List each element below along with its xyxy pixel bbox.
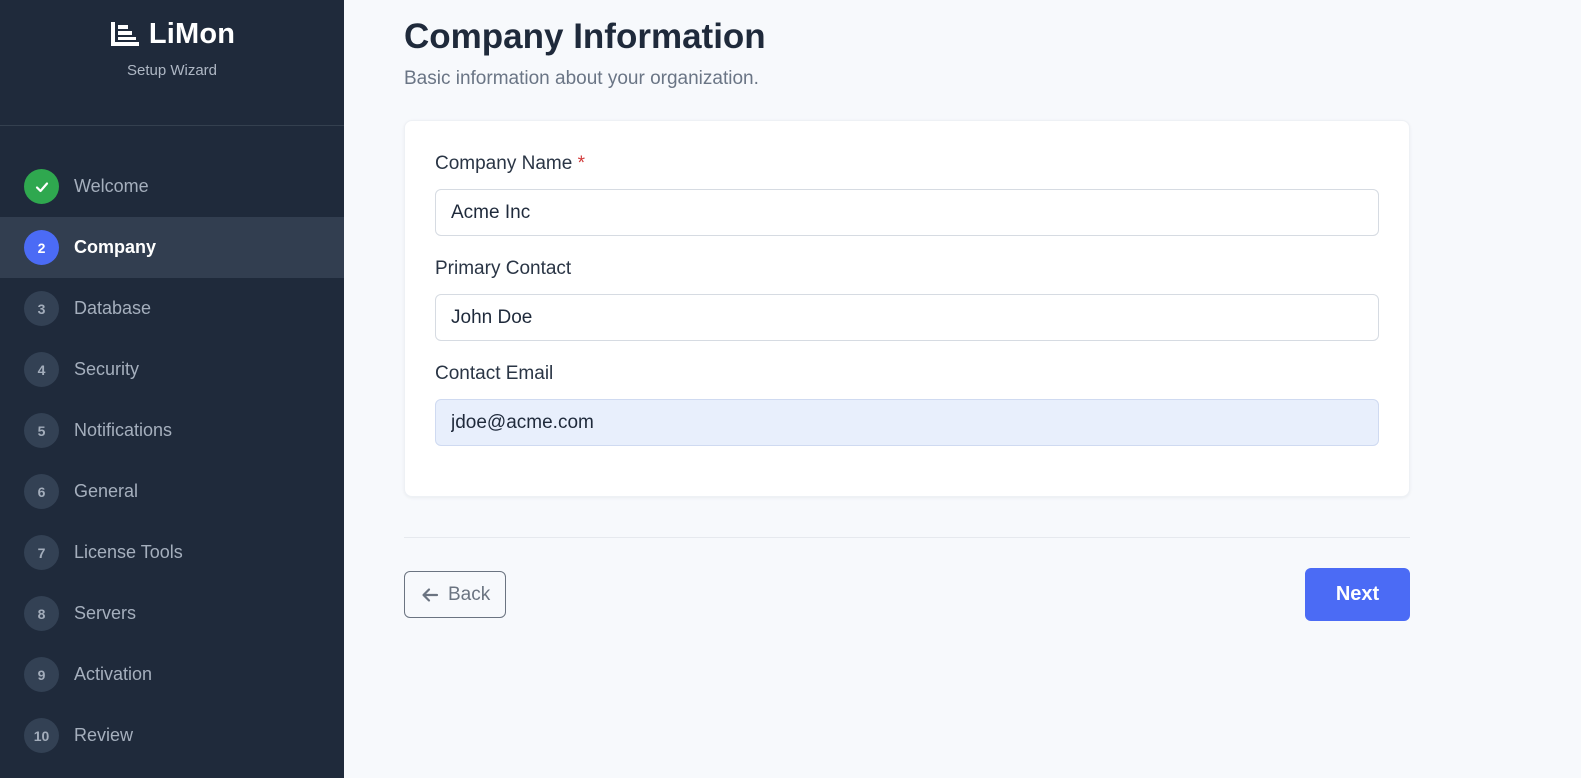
contact-email-input[interactable] (435, 399, 1379, 446)
arrow-left-icon (422, 587, 439, 602)
bar-chart-icon (110, 22, 139, 46)
step-label: Notifications (74, 420, 173, 440)
company-name-field: Company Name * (435, 153, 1379, 236)
step-done-badge (24, 169, 59, 204)
step-general[interactable]: 6 General (0, 461, 344, 522)
step-servers[interactable]: 8 Servers (0, 583, 344, 644)
step-license-tools[interactable]: 7 License Tools (0, 522, 344, 583)
brand-name: LiMon (148, 17, 236, 50)
step-label: General (74, 481, 139, 501)
brand-header: LiMon Setup Wizard (0, 0, 344, 126)
step-number: 10 (24, 718, 59, 753)
step-label: Review (74, 725, 134, 745)
step-number: 7 (24, 535, 59, 570)
contact-email-label: Contact Email (435, 363, 554, 384)
step-label: Security (74, 359, 140, 379)
primary-contact-label: Primary Contact (435, 258, 572, 279)
step-number: 4 (24, 352, 59, 387)
page-subtitle: Basic information about your organizatio… (404, 68, 759, 89)
step-company[interactable]: 2 Company (0, 217, 344, 278)
step-label: Welcome (74, 176, 149, 196)
step-database[interactable]: 3 Database (0, 278, 344, 339)
brand-subtitle: Setup Wizard (126, 62, 218, 79)
step-label: Company (74, 237, 157, 257)
step-welcome[interactable]: Welcome (0, 156, 344, 217)
primary-contact-field: Primary Contact (435, 258, 1379, 341)
step-label: Activation (74, 664, 153, 684)
step-number: 2 (24, 230, 59, 265)
check-icon (35, 181, 48, 192)
next-button[interactable]: Next (1305, 568, 1410, 621)
step-label: Servers (74, 603, 137, 623)
required-mark: * (577, 153, 585, 174)
step-number: 9 (24, 657, 59, 692)
step-activation[interactable]: 9 Activation (0, 644, 344, 705)
step-notifications[interactable]: 5 Notifications (0, 400, 344, 461)
step-label: License Tools (74, 542, 183, 562)
step-label: Database (74, 298, 152, 318)
company-form-card: Company Name * Primary Contact Contact E… (404, 120, 1410, 497)
sidebar: LiMon Setup Wizard Welcome 2 Company 3 D… (0, 0, 344, 778)
step-review[interactable]: 10 Review (0, 705, 344, 766)
divider (404, 537, 1410, 538)
primary-contact-input[interactable] (435, 294, 1379, 341)
back-button-label: Back (448, 583, 491, 605)
company-name-label-text: Company Name (435, 153, 573, 174)
company-name-label: Company Name * (435, 153, 1379, 179)
step-number: 6 (24, 474, 59, 509)
page-title: Company Information (404, 17, 766, 56)
step-security[interactable]: 4 Security (0, 339, 344, 400)
brand-row: LiMon (0, 16, 344, 52)
step-number: 5 (24, 413, 59, 448)
step-number: 3 (24, 291, 59, 326)
company-name-input[interactable] (435, 189, 1379, 236)
back-button[interactable]: Back (404, 571, 507, 618)
main-content: Company Information Basic information ab… (404, 0, 1410, 621)
wizard-steps: Welcome 2 Company 3 Database 4 Security … (0, 156, 344, 766)
step-number: 8 (24, 596, 59, 631)
contact-email-field: Contact Email (435, 363, 1379, 446)
wizard-actions: Back Next (404, 568, 1410, 621)
